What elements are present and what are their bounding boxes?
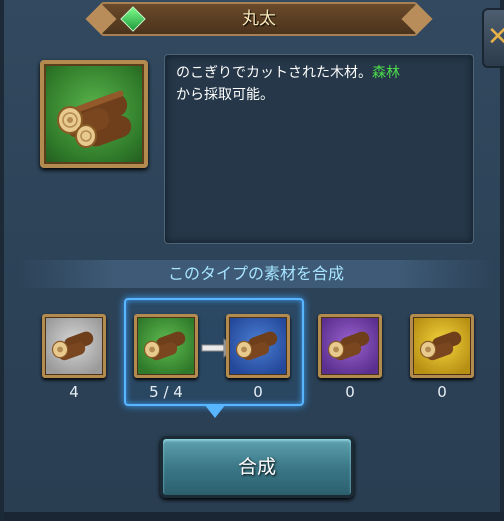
description-location-link[interactable]: 森林 [372,65,400,81]
slot-count: 0 [345,383,355,401]
slot-yellow[interactable] [410,314,474,378]
close-button[interactable]: ✕ [482,8,504,68]
selection-pointer-icon [204,404,226,418]
slot-green[interactable] [134,314,198,378]
log-icon [327,331,370,361]
close-icon: ✕ [487,22,504,52]
log-icon [419,331,462,361]
slot-count: 0 [253,383,263,401]
section-header: このタイプの素材を合成 [18,260,494,288]
slot-count: 0 [437,383,447,401]
item-preview [40,60,148,168]
slot-count: 5 / 4 [149,383,183,401]
craft-button[interactable]: 合成 [160,436,354,498]
log-icon [57,90,132,148]
page-title: 丸太 [242,9,276,29]
description-text-end: から採取可能。 [176,87,274,103]
slot-count: 4 [69,383,79,401]
item-description: のこぎりでカットされた木材。森林 から採取可能。 [176,62,466,106]
log-icon [51,331,94,361]
description-text: のこぎりでカットされた木材。 [176,65,372,81]
slot-purple[interactable] [318,314,382,378]
log-icon [235,331,278,361]
material-panel: 丸太 ✕ のこぎりでカットされた木材。森林 から採取可能。 このタイプの素材を合… [0,0,504,521]
slot-blue[interactable] [226,314,290,378]
slot-gray[interactable] [42,314,106,378]
log-icon [143,331,186,361]
bottom-border [4,512,504,521]
